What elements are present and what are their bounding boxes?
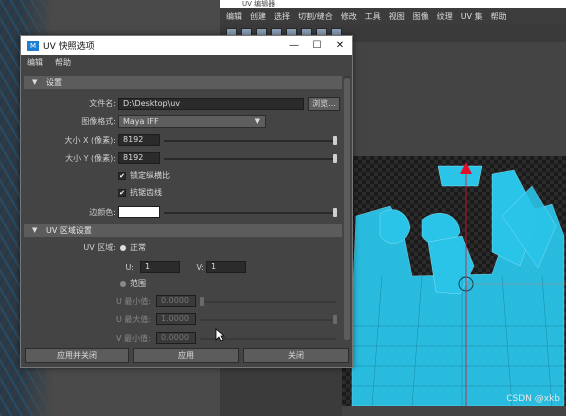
menu-image[interactable]: 图像 — [413, 11, 429, 22]
uv-range-section-header[interactable]: ▼ UV 区域设置 — [24, 224, 342, 237]
antialias-checkbox[interactable]: ✔ — [118, 189, 126, 197]
dialog-menu-edit[interactable]: 编辑 — [27, 57, 43, 68]
u-max-slider-handle[interactable] — [333, 315, 337, 324]
dialog-title: UV 快照选项 — [43, 42, 95, 52]
normal-radio-label: 正常 — [130, 243, 146, 252]
scrollbar-thumb[interactable] — [344, 78, 350, 340]
u-min-slider-track[interactable] — [200, 301, 336, 303]
u-min-input[interactable]: 0.0000 — [156, 295, 196, 307]
lock-aspect-checkbox[interactable]: ✔ — [118, 172, 126, 180]
dialog-scrollbar[interactable] — [344, 76, 350, 340]
image-format-dropdown[interactable]: Maya IFF ▼ — [118, 115, 266, 128]
minimize-button[interactable]: — — [283, 36, 305, 55]
uv-shells-graphic — [351, 162, 566, 406]
settings-section-title: 设置 — [46, 78, 62, 87]
chevron-down-icon: ▼ — [254, 117, 260, 125]
size-y-slider-track[interactable] — [164, 158, 336, 160]
apply-and-close-button[interactable]: 应用并关闭 — [25, 348, 129, 363]
image-format-value: Maya IFF — [123, 117, 159, 126]
menu-select[interactable]: 选择 — [274, 11, 290, 22]
menu-edit[interactable]: 编辑 — [226, 11, 242, 22]
u-label: U: — [125, 263, 134, 272]
size-x-slider-track[interactable] — [164, 140, 336, 142]
filename-label: 文件名: — [89, 99, 116, 108]
uv-snapshot-dialog: M UV 快照选项 — ☐ ✕ 编辑 帮助 ▼ 设置 文件名: D:\Deskt… — [20, 35, 353, 368]
uv-editor-menubar: 编辑 创建 选择 切割/缝合 修改 工具 视图 图像 纹理 UV 集 帮助 — [220, 8, 566, 24]
uv-range-label: UV 区域: — [83, 243, 116, 252]
menu-modify[interactable]: 修改 — [341, 11, 357, 22]
menu-view[interactable]: 视图 — [389, 11, 405, 22]
u-min-slider-handle[interactable] — [200, 297, 204, 306]
size-y-slider-handle[interactable] — [333, 154, 337, 163]
uv-editor-titlebar: UV 编辑器 — [220, 0, 566, 8]
v-label: V: — [196, 263, 204, 272]
close-button[interactable]: 关闭 — [243, 348, 349, 363]
filename-input[interactable]: D:\Desktop\uv — [118, 98, 304, 110]
edge-color-label: 边颜色: — [89, 208, 116, 217]
lock-aspect-label: 锁定纵横比 — [130, 171, 170, 180]
menu-textures[interactable]: 纹理 — [437, 11, 453, 22]
dialog-titlebar[interactable]: M UV 快照选项 — ☐ ✕ — [21, 36, 352, 55]
size-y-label: 大小 Y (像素): — [65, 154, 116, 163]
menu-tools[interactable]: 工具 — [365, 11, 381, 22]
maximize-button[interactable]: ☐ — [306, 36, 328, 55]
bottom-panel — [220, 366, 342, 416]
collapse-arrow-icon: ▼ — [32, 78, 38, 86]
size-x-input[interactable]: 8192 — [118, 134, 160, 146]
antialias-label: 抗锯齿线 — [130, 188, 162, 197]
uv-range-section-title: UV 区域设置 — [46, 226, 92, 235]
normal-radio[interactable] — [120, 245, 126, 251]
apply-button[interactable]: 应用 — [133, 348, 239, 363]
mouse-cursor-icon — [215, 328, 225, 342]
menu-create[interactable]: 创建 — [250, 11, 266, 22]
size-y-input[interactable]: 8192 — [118, 152, 160, 164]
u-input[interactable]: 1 — [140, 261, 180, 273]
dialog-body: ▼ 设置 文件名: D:\Desktop\uv 浏览... 图像格式: Maya… — [24, 74, 342, 344]
edge-color-slider-handle[interactable] — [333, 208, 337, 217]
browse-button[interactable]: 浏览... — [308, 97, 340, 111]
collapse-arrow-icon: ▼ — [32, 226, 38, 234]
u-max-input[interactable]: 1.0000 — [156, 313, 196, 325]
close-window-button[interactable]: ✕ — [329, 36, 351, 55]
range-radio[interactable] — [120, 281, 126, 287]
maya-app-icon: M — [27, 40, 39, 51]
edge-color-swatch[interactable] — [118, 206, 160, 218]
menu-cut-sew[interactable]: 切割/缝合 — [298, 11, 333, 22]
image-format-label: 图像格式: — [81, 117, 116, 126]
dialog-menubar: 编辑 帮助 — [21, 55, 352, 69]
dialog-menu-help[interactable]: 帮助 — [55, 57, 71, 68]
v-min-input[interactable]: 0.0000 — [156, 332, 196, 344]
u-max-slider-track[interactable] — [200, 319, 336, 321]
settings-section-header[interactable]: ▼ 设置 — [24, 76, 342, 89]
uv-editor-title: UV 编辑器 — [242, 0, 276, 8]
menu-uv-sets[interactable]: UV 集 — [461, 11, 483, 22]
watermark: CSDN @xkb — [506, 394, 560, 404]
menu-help[interactable]: 帮助 — [491, 11, 507, 22]
edge-color-slider-track[interactable] — [164, 212, 336, 214]
uv-layout-viewport[interactable]: CSDN @xkb — [342, 156, 566, 406]
v-input[interactable]: 1 — [206, 261, 246, 273]
range-radio-label: 范围 — [130, 279, 146, 288]
size-x-label: 大小 X (像素): — [64, 136, 116, 145]
size-x-slider-handle[interactable] — [333, 136, 337, 145]
